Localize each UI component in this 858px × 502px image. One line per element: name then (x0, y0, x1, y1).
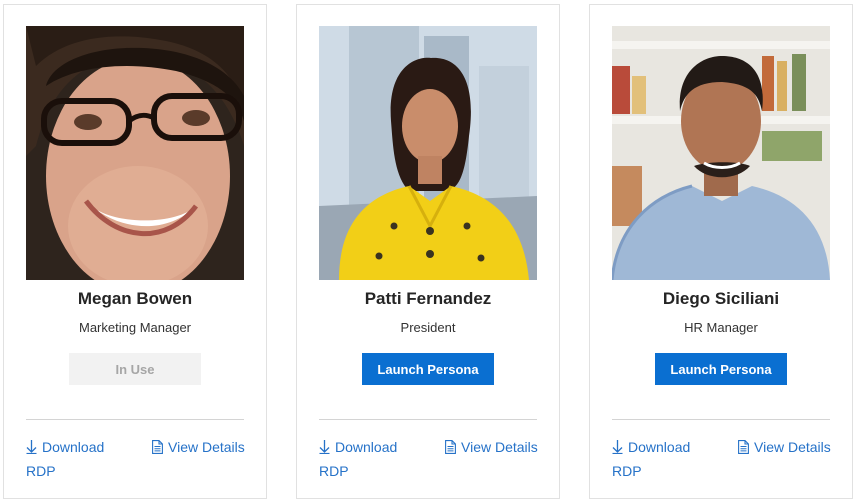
view-details-link[interactable]: View Details (738, 436, 831, 460)
persona-card-patti-fernandez: Patti Fernandez President Launch Persona… (296, 4, 560, 499)
document-icon (152, 438, 163, 460)
download-rdp-link[interactable]: Download RDP (26, 436, 118, 482)
download-rdp-label: Download RDP (612, 439, 691, 479)
view-details-label: View Details (461, 439, 538, 455)
persona-role: HR Manager (684, 320, 758, 335)
view-details-label: View Details (168, 439, 245, 455)
download-rdp-label: Download RDP (26, 439, 105, 479)
persona-role: Marketing Manager (79, 320, 191, 335)
document-icon (445, 438, 456, 460)
persona-name: Patti Fernandez (364, 289, 492, 308)
persona-photo-image (319, 26, 537, 280)
divider (26, 419, 244, 420)
download-rdp-link[interactable]: Download RDP (612, 436, 704, 482)
launch-persona-button[interactable]: Launch Persona (655, 353, 787, 385)
download-arrow-icon (612, 438, 623, 460)
persona-photo-image (612, 26, 830, 280)
download-rdp-label: Download RDP (319, 439, 398, 479)
persona-photo (612, 26, 830, 280)
view-details-label: View Details (754, 439, 831, 455)
persona-photo-image (26, 26, 244, 280)
persona-card-megan-bowen: Megan Bowen Marketing Manager In Use Dow… (3, 4, 267, 499)
view-details-link[interactable]: View Details (445, 436, 538, 460)
download-arrow-icon (26, 438, 37, 460)
persona-role: President (400, 320, 456, 335)
persona-card-diego-siciliani: Diego Siciliani HR Manager Launch Person… (589, 4, 853, 499)
view-details-link[interactable]: View Details (152, 436, 245, 460)
persona-name: Diego Siciliani (662, 289, 780, 308)
download-rdp-link[interactable]: Download RDP (319, 436, 411, 482)
document-icon (738, 438, 749, 460)
divider (319, 419, 537, 420)
launch-persona-button[interactable]: Launch Persona (362, 353, 494, 385)
download-arrow-icon (319, 438, 330, 460)
divider (612, 419, 830, 420)
persona-name: Megan Bowen (77, 289, 193, 308)
persona-photo (26, 26, 244, 280)
persona-photo (319, 26, 537, 280)
in-use-button: In Use (69, 353, 201, 385)
